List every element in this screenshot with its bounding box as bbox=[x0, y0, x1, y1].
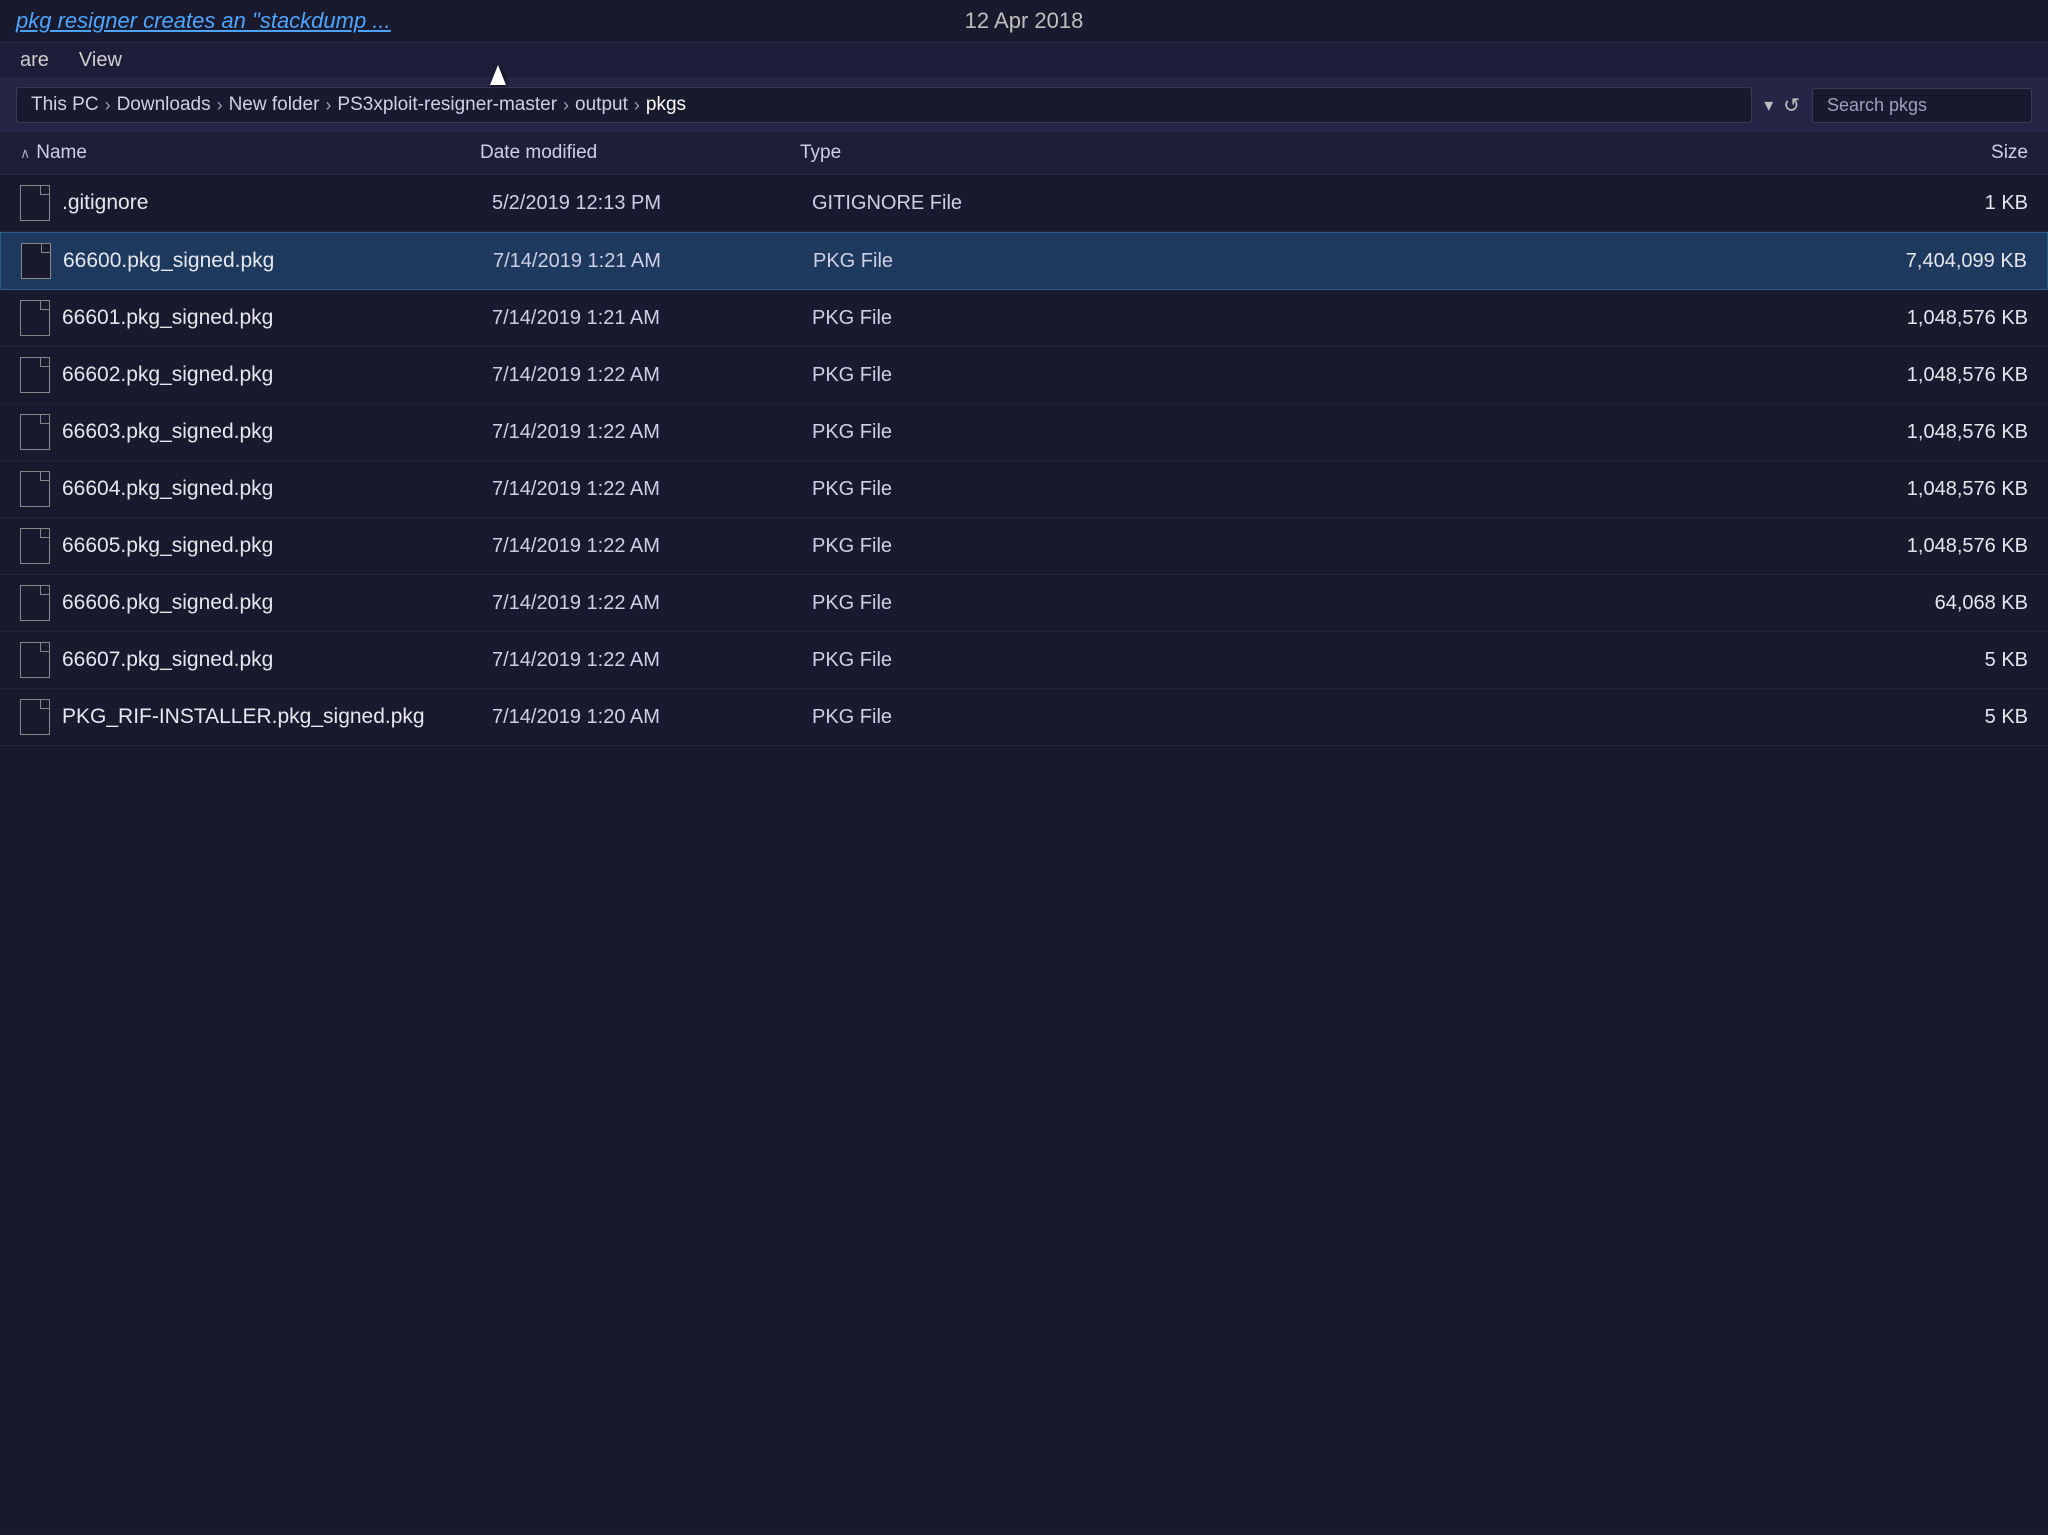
breadcrumb-downloads[interactable]: Downloads bbox=[117, 94, 211, 116]
title-bar: pkg resigner creates an "stackdump ... 1… bbox=[0, 0, 2048, 43]
breadcrumb-this-pc[interactable]: This PC bbox=[31, 94, 99, 116]
file-size: 64,068 KB bbox=[1092, 592, 2028, 615]
file-icon bbox=[20, 699, 50, 735]
file-size: 1,048,576 KB bbox=[1092, 421, 2028, 444]
address-refresh-icon[interactable]: ↺ bbox=[1783, 93, 1800, 118]
breadcrumb-pkgs[interactable]: pkgs bbox=[646, 94, 686, 116]
menu-bar: are View bbox=[0, 43, 2048, 79]
title-bar-link[interactable]: pkg resigner creates an "stackdump ... bbox=[16, 8, 391, 34]
file-date: 7/14/2019 1:21 AM bbox=[493, 250, 813, 273]
file-icon bbox=[20, 357, 50, 393]
table-row[interactable]: 66601.pkg_signed.pkg 7/14/2019 1:21 AM P… bbox=[0, 290, 2048, 347]
table-row[interactable]: 66607.pkg_signed.pkg 7/14/2019 1:22 AM P… bbox=[0, 632, 2048, 689]
table-row[interactable]: .gitignore 5/2/2019 12:13 PM GITIGNORE F… bbox=[0, 175, 2048, 232]
file-name: 66601.pkg_signed.pkg bbox=[62, 306, 492, 330]
file-rows-container: .gitignore 5/2/2019 12:13 PM GITIGNORE F… bbox=[0, 175, 2048, 746]
file-date: 7/14/2019 1:20 AM bbox=[492, 706, 812, 729]
table-row[interactable]: PKG_RIF-INSTALLER.pkg_signed.pkg 7/14/20… bbox=[0, 689, 2048, 746]
breadcrumb-new-folder[interactable]: New folder bbox=[229, 94, 320, 116]
file-icon bbox=[20, 414, 50, 450]
file-type: PKG File bbox=[812, 592, 1092, 615]
file-date: 7/14/2019 1:22 AM bbox=[492, 478, 812, 501]
breadcrumb[interactable]: This PC › Downloads › New folder › PS3xp… bbox=[16, 87, 1752, 123]
search-label: Search pkgs bbox=[1827, 95, 1927, 116]
file-size: 1,048,576 KB bbox=[1092, 364, 2028, 387]
file-icon bbox=[20, 585, 50, 621]
table-row[interactable]: 66605.pkg_signed.pkg 7/14/2019 1:22 AM P… bbox=[0, 518, 2048, 575]
file-size: 5 KB bbox=[1092, 706, 2028, 729]
file-name: 66606.pkg_signed.pkg bbox=[62, 591, 492, 615]
file-size: 1 KB bbox=[1092, 192, 2028, 215]
file-icon bbox=[20, 471, 50, 507]
file-list: ∧ Name Date modified Type Size .gitignor… bbox=[0, 132, 2048, 1522]
file-date: 7/14/2019 1:22 AM bbox=[492, 421, 812, 444]
file-type: PKG File bbox=[812, 364, 1092, 387]
file-name: 66607.pkg_signed.pkg bbox=[62, 648, 492, 672]
file-date: 7/14/2019 1:22 AM bbox=[492, 592, 812, 615]
file-date: 7/14/2019 1:22 AM bbox=[492, 535, 812, 558]
file-name: 66600.pkg_signed.pkg bbox=[63, 249, 493, 273]
file-size: 1,048,576 KB bbox=[1092, 535, 2028, 558]
file-date: 7/14/2019 1:21 AM bbox=[492, 307, 812, 330]
file-type: PKG File bbox=[812, 649, 1092, 672]
file-icon bbox=[20, 300, 50, 336]
file-name: .gitignore bbox=[62, 191, 492, 215]
file-type: PKG File bbox=[812, 478, 1092, 501]
file-name: 66604.pkg_signed.pkg bbox=[62, 477, 492, 501]
file-date: 7/14/2019 1:22 AM bbox=[492, 649, 812, 672]
col-header-name[interactable]: ∧ Name bbox=[20, 142, 480, 164]
menu-item-are[interactable]: are bbox=[20, 49, 49, 72]
file-type: PKG File bbox=[812, 535, 1092, 558]
file-icon bbox=[20, 642, 50, 678]
file-date: 5/2/2019 12:13 PM bbox=[492, 192, 812, 215]
col-header-type[interactable]: Type bbox=[800, 142, 1080, 164]
file-size: 1,048,576 KB bbox=[1092, 307, 2028, 330]
breadcrumb-ps3xploit[interactable]: PS3xploit-resigner-master bbox=[337, 94, 557, 116]
address-bar: This PC › Downloads › New folder › PS3xp… bbox=[0, 79, 2048, 132]
title-bar-date: 12 Apr 2018 bbox=[965, 8, 1084, 34]
explorer-content: ∧ Name Date modified Type Size .gitignor… bbox=[0, 132, 2048, 1522]
file-name: 66603.pkg_signed.pkg bbox=[62, 420, 492, 444]
file-type: PKG File bbox=[813, 250, 1093, 273]
file-size: 7,404,099 KB bbox=[1093, 250, 2027, 273]
file-type: PKG File bbox=[812, 706, 1092, 729]
table-row[interactable]: 66606.pkg_signed.pkg 7/14/2019 1:22 AM P… bbox=[0, 575, 2048, 632]
file-size: 1,048,576 KB bbox=[1092, 478, 2028, 501]
file-name: 66602.pkg_signed.pkg bbox=[62, 363, 492, 387]
file-icon bbox=[21, 243, 51, 279]
column-headers: ∧ Name Date modified Type Size bbox=[0, 132, 2048, 175]
col-header-date[interactable]: Date modified bbox=[480, 142, 800, 164]
table-row[interactable]: 66604.pkg_signed.pkg 7/14/2019 1:22 AM P… bbox=[0, 461, 2048, 518]
file-icon bbox=[20, 185, 50, 221]
file-type: PKG File bbox=[812, 421, 1092, 444]
file-type: PKG File bbox=[812, 307, 1092, 330]
file-name: 66605.pkg_signed.pkg bbox=[62, 534, 492, 558]
table-row[interactable]: 66600.pkg_signed.pkg 7/14/2019 1:21 AM P… bbox=[0, 232, 2048, 290]
search-box[interactable]: Search pkgs bbox=[1812, 88, 2032, 123]
file-size: 5 KB bbox=[1092, 649, 2028, 672]
file-type: GITIGNORE File bbox=[812, 192, 1092, 215]
table-row[interactable]: 66603.pkg_signed.pkg 7/14/2019 1:22 AM P… bbox=[0, 404, 2048, 461]
breadcrumb-output[interactable]: output bbox=[575, 94, 628, 116]
file-name: PKG_RIF-INSTALLER.pkg_signed.pkg bbox=[62, 705, 492, 729]
menu-item-view[interactable]: View bbox=[79, 49, 122, 72]
col-header-size[interactable]: Size bbox=[1080, 142, 2028, 164]
table-row[interactable]: 66602.pkg_signed.pkg 7/14/2019 1:22 AM P… bbox=[0, 347, 2048, 404]
address-controls: ▾ ↺ bbox=[1764, 93, 1800, 118]
file-icon bbox=[20, 528, 50, 564]
address-dropdown-icon[interactable]: ▾ bbox=[1764, 95, 1773, 116]
file-date: 7/14/2019 1:22 AM bbox=[492, 364, 812, 387]
mouse-cursor bbox=[490, 65, 506, 85]
